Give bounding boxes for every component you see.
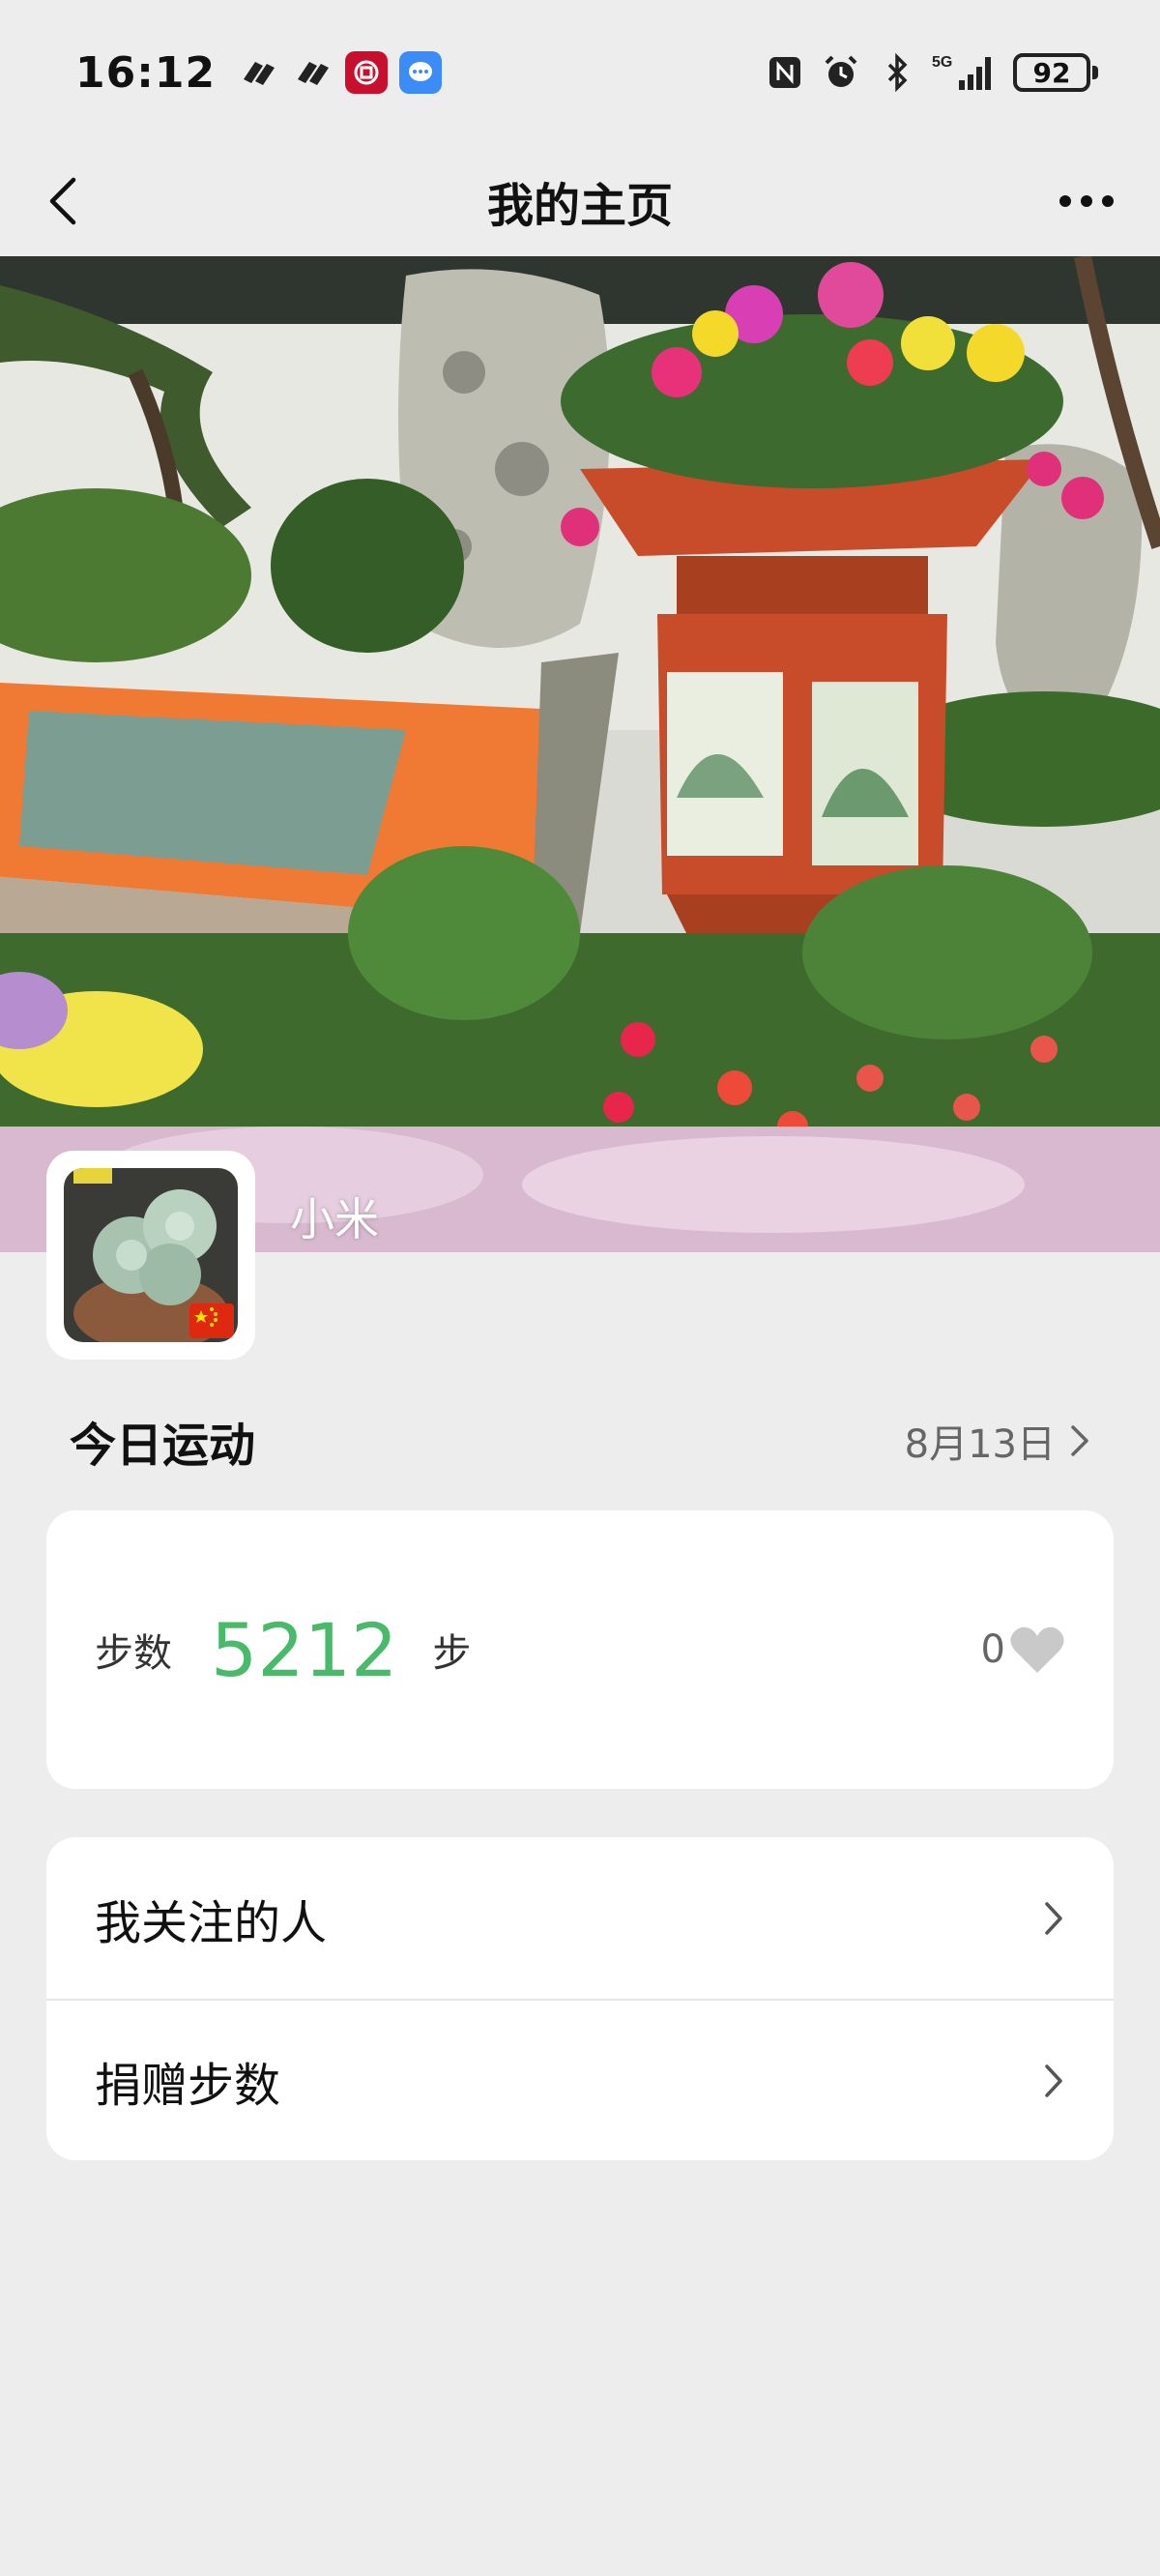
chevron-right-icon [1045, 1901, 1062, 1935]
list-item-donate-steps[interactable]: 捐赠步数 [46, 1999, 1114, 2160]
bank-app-icon [345, 51, 389, 94]
chevron-right-icon [1071, 1425, 1088, 1456]
today-date-label: 8月13日 [904, 1422, 1056, 1467]
avatar-frame[interactable] [46, 1151, 255, 1360]
today-section-header: 今日运动 8月13日 [70, 1407, 1090, 1475]
steps-summary: 步数 5212 步 [95, 1607, 471, 1693]
link-icon [237, 51, 279, 94]
more-icon [1059, 195, 1114, 207]
list-item-following[interactable]: 我关注的人 [46, 1837, 1114, 1999]
back-button[interactable] [35, 172, 93, 230]
alarm-icon [820, 51, 862, 94]
menu-list: 我关注的人 捐赠步数 [46, 1837, 1114, 2160]
steps-card[interactable]: 步数 5212 步 0 [46, 1510, 1114, 1789]
today-title: 今日运动 [70, 1419, 256, 1473]
avatar-succulent-image [64, 1168, 238, 1342]
more-button[interactable] [1048, 172, 1125, 230]
message-app-icon [399, 51, 443, 94]
bluetooth-icon [876, 51, 918, 94]
steps-label: 步数 [95, 1631, 172, 1676]
cover-image[interactable] [0, 256, 1160, 1252]
nfc-icon [764, 51, 806, 94]
date-selector[interactable]: 8月13日 [905, 1413, 1090, 1469]
network-label: 5G [932, 54, 952, 71]
avatar [64, 1168, 238, 1342]
signal-icon: 5G [932, 51, 1000, 94]
status-bar: 16:12 5G 92 [0, 0, 1160, 145]
status-right: 5G 92 [764, 51, 1098, 94]
list-item-label: 我关注的人 [95, 1895, 328, 1950]
page-title: 我的主页 [486, 178, 673, 233]
profile-username: 小米 [290, 1193, 379, 1245]
garden-cover-photo [0, 256, 1160, 1252]
heart-icon [1010, 1626, 1064, 1673]
chevron-left-icon [49, 177, 76, 225]
status-left: 16:12 [75, 47, 443, 98]
nav-bar: 我的主页 [0, 145, 1160, 256]
chevron-right-icon [1045, 2064, 1062, 2097]
list-item-label: 捐赠步数 [95, 2058, 281, 2113]
like-button[interactable]: 0 [981, 1625, 1065, 1675]
battery-indicator: 92 [1013, 53, 1098, 92]
likes-count: 0 [980, 1627, 1005, 1672]
status-time: 16:12 [75, 47, 217, 98]
link-icon [291, 51, 334, 94]
steps-unit: 步 [432, 1631, 472, 1676]
steps-value: 5212 [211, 1606, 398, 1693]
